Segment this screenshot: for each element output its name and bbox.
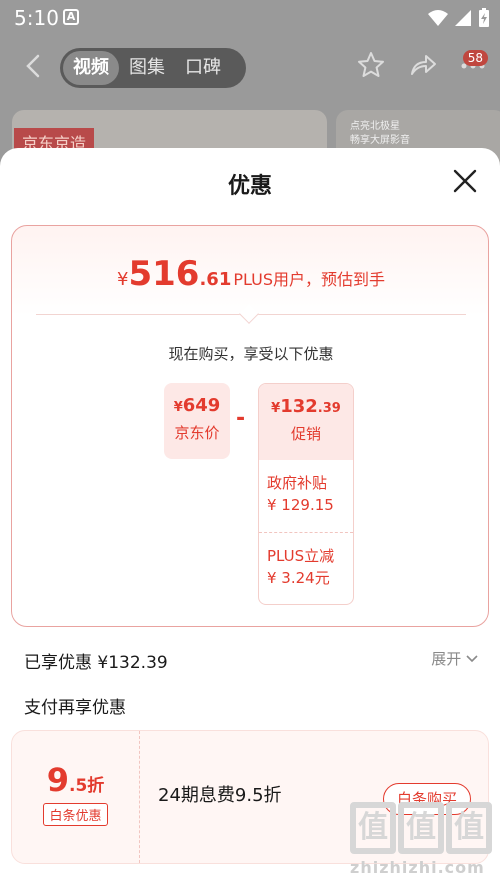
minus-sign: - [236,406,246,431]
share-icon[interactable] [408,50,438,80]
estimate-label: PLUS用户，预估到手 [233,270,385,289]
discount-sheet: 优惠 ¥516.61 PLUS用户，预估到手 现在购买，享受以下优惠 ¥649 京… [0,148,500,888]
jd-price-currency: ¥ [173,400,183,415]
baitiao-discount: 9.5折 白条优惠 [12,731,140,863]
watermark-logo: 值 值 值 [350,802,495,854]
estimate-integer: 516 [128,254,200,294]
promo-item-amount: ¥ 129.15 [267,496,334,514]
promo-label: 促销 [290,425,321,443]
discount-number: 9 [46,761,69,799]
watermark-char: 值 [398,802,444,854]
app-indicator-icon: A [63,9,79,25]
divider-notch [239,304,259,324]
status-icons [428,8,490,28]
promo-card-line1: 点亮北极星 [350,121,400,132]
promo-card-line2: 畅享大屏影音 [350,135,410,146]
sheet-title: 优惠 [227,174,272,199]
estimated-price: ¥516.61 PLUS用户，预估到手 [12,254,490,294]
baitiao-tag: 白条优惠 [43,803,108,826]
jd-price-box: ¥649 京东价 [164,383,230,459]
promo-breakdown: ¥132.39 促销 政府补贴 ¥ 129.15 PLUS立减 ¥ 3.24元 [258,383,354,605]
estimate-decimal: .61 [199,269,232,290]
jd-price-value: 649 [182,395,221,416]
discount-suffix: .5折 [68,776,105,796]
tab-gallery[interactable]: 图集 [119,51,175,85]
star-icon[interactable] [356,50,386,80]
jd-price-label: 京东价 [174,424,220,442]
watermark-url: zhizhizhi.com [350,858,485,877]
installment-description: 24期息费9.5折 [158,785,282,806]
promo-item-name: PLUS立减 [267,547,335,565]
chevron-down-icon [466,655,478,663]
promo-item-amount: ¥ 3.24元 [267,569,330,587]
pay-more-title: 支付再享优惠 [24,698,126,718]
message-badge: 58 [462,50,488,66]
status-time: 5:10 [14,6,59,30]
media-tabs: 视频 图集 口碑 [60,48,246,88]
signal-icon [455,10,471,26]
expand-button[interactable]: 展开 [431,648,478,669]
estimate-currency: ¥ [117,269,129,290]
promo-item-subsidy: 政府补贴 ¥ 129.15 [259,460,353,532]
watermark-char: 值 [446,802,492,854]
price-summary-card: ¥516.61 PLUS用户，预估到手 现在购买，享受以下优惠 ¥649 京东价 … [11,225,489,627]
watermark-char: 值 [350,802,396,854]
promo-item-plus: PLUS立减 ¥ 3.24元 [259,532,353,604]
tab-reviews[interactable]: 口碑 [175,51,231,85]
now-buy-text: 现在购买，享受以下优惠 [168,345,334,363]
enjoyed-discount: 已享优惠 ¥132.39 [24,653,168,673]
expand-label: 展开 [431,650,462,668]
promo-integer: 132 [280,396,318,417]
back-icon[interactable] [20,52,48,80]
watermark: 值 值 值 zhizhizhi.com [350,802,495,882]
promo-decimal: .39 [317,401,341,416]
close-icon[interactable] [452,168,478,194]
promo-currency: ¥ [271,401,281,416]
battery-icon [479,8,489,27]
wifi-icon [428,10,448,26]
promo-total: ¥132.39 促销 [259,384,353,460]
tab-video[interactable]: 视频 [63,51,119,85]
top-nav: 视频 图集 口碑 [0,44,500,90]
status-bar: 5:10 A [0,0,500,36]
promo-item-name: 政府补贴 [267,474,328,492]
